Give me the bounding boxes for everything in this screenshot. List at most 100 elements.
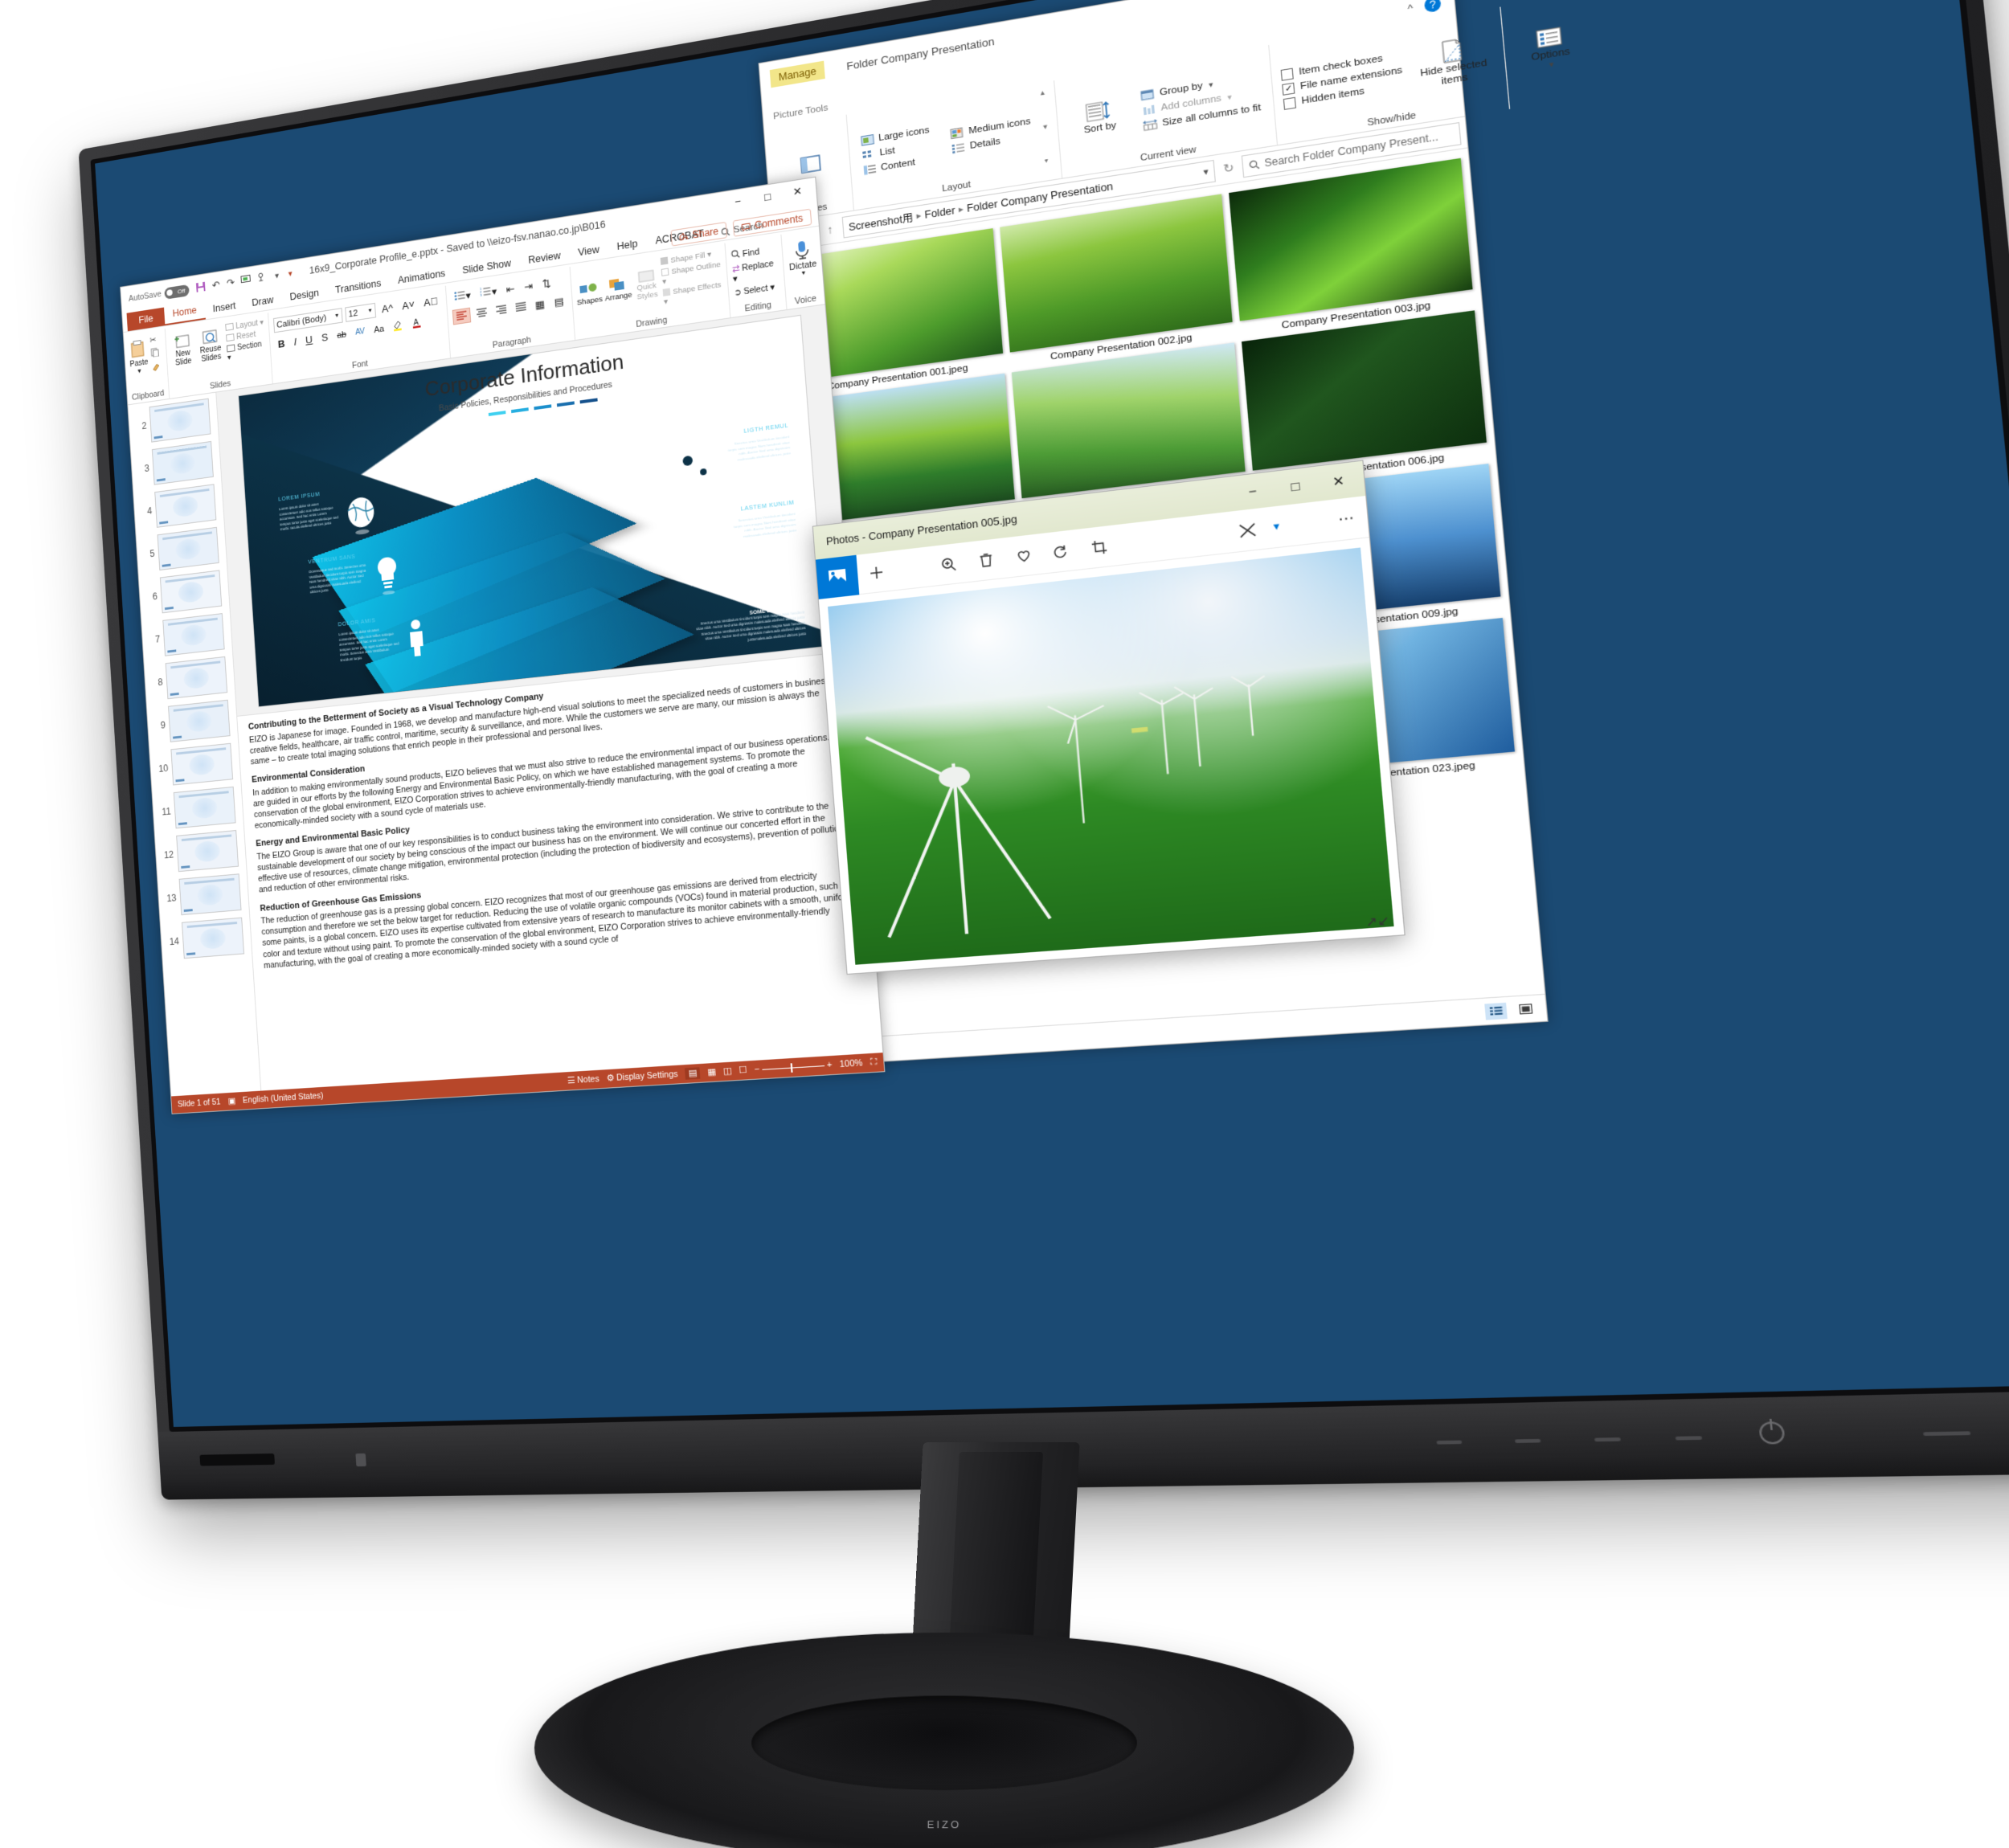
monitor-button-4[interactable] xyxy=(1675,1436,1703,1441)
align-center-icon[interactable] xyxy=(473,305,489,321)
font-color-icon[interactable]: A xyxy=(409,315,426,332)
cut-icon[interactable]: ✂ xyxy=(149,334,159,345)
slide-thumbnail-row[interactable]: 7Where is EIZO? xyxy=(145,612,229,658)
crop-icon[interactable] xyxy=(1078,525,1120,570)
delete-icon[interactable] xyxy=(966,538,1006,582)
monitor-button-2[interactable] xyxy=(1514,1438,1541,1443)
file-thumbnail[interactable] xyxy=(1241,310,1487,471)
nav-up-icon[interactable]: ↑ xyxy=(820,221,840,237)
hide-selected-items-button[interactable]: Hide selected items xyxy=(1408,14,1498,110)
decrease-indent-icon[interactable]: ⇤ xyxy=(502,281,518,297)
align-left-icon[interactable] xyxy=(452,307,471,325)
slide-thumbnail-preview[interactable]: Corporate Profile xyxy=(149,398,211,443)
slide-thumbnail-preview[interactable]: The Meaning Behind the Logo xyxy=(165,656,228,700)
file-thumbnail[interactable] xyxy=(1000,194,1233,353)
text-highlight-icon[interactable] xyxy=(390,318,407,335)
underline-button[interactable]: U xyxy=(302,332,316,347)
slide-thumbnail-preview[interactable]: Company History xyxy=(170,742,234,786)
file-tile[interactable]: Company Presentation 002.jpg xyxy=(1000,194,1234,368)
slide-thumbnail-row[interactable]: 9Corporate Information xyxy=(149,699,235,744)
slide-thumbnail-row[interactable]: 2Corporate Profile xyxy=(131,398,215,445)
slide-thumbnail-preview[interactable]: The Meaning of EIZO xyxy=(151,440,214,485)
new-slide-button[interactable]: New Slide xyxy=(170,331,196,369)
zoom-thumb[interactable] xyxy=(790,1062,793,1073)
autosave-switch[interactable]: Off xyxy=(163,284,190,300)
qat-more-icon[interactable]: ▼ xyxy=(287,269,294,278)
format-painter-icon[interactable] xyxy=(151,362,161,374)
present-icon[interactable] xyxy=(241,274,252,288)
bold-button[interactable]: B xyxy=(275,337,288,352)
undo-icon[interactable]: ↶ xyxy=(211,279,220,292)
breadcrumb-item-1[interactable]: Folder xyxy=(924,204,955,220)
paste-button[interactable]: Paste ▼ xyxy=(129,338,149,376)
dictate-button[interactable]: Dictate ▼ xyxy=(787,230,817,279)
replace-button[interactable]: ⇄ Replace ▾ xyxy=(732,258,779,284)
ppt-restore-button[interactable]: □ xyxy=(752,182,784,210)
justify-icon[interactable] xyxy=(512,300,530,316)
view-reading-button[interactable]: ◫ xyxy=(722,1066,731,1077)
file-thumbnail[interactable] xyxy=(1228,157,1473,321)
section-button[interactable]: Section ▾ xyxy=(227,340,266,362)
decrease-font-size-button[interactable]: A˅ xyxy=(399,297,418,313)
slide-thumbnail-row[interactable]: 6Where is EIZO? xyxy=(141,570,226,615)
slide-thumbnail-preview[interactable]: Business Segments xyxy=(176,830,239,873)
bullets-icon[interactable]: ▾ xyxy=(451,288,475,305)
panes-button[interactable] xyxy=(780,150,842,179)
align-right-icon[interactable] xyxy=(493,302,510,318)
explorer-collapse-ribbon-icon[interactable]: ^ xyxy=(1407,2,1414,14)
slide-thumbnail-preview[interactable]: Group Companies xyxy=(173,786,236,829)
ppt-minimize-button[interactable]: − xyxy=(722,187,754,215)
shapes-button[interactable]: Shapes xyxy=(576,279,603,308)
sort-by-button[interactable]: Sort by xyxy=(1064,72,1135,164)
photos-minimize-button[interactable]: − xyxy=(1230,472,1276,511)
favorite-icon[interactable] xyxy=(1003,534,1044,579)
layout-scroll-up-icon[interactable]: ▲ xyxy=(1038,88,1045,97)
strikethrough-button[interactable]: ab xyxy=(333,329,350,341)
quick-styles-button[interactable]: Quick Styles xyxy=(633,268,659,302)
refresh-icon[interactable]: ↻ xyxy=(1217,160,1239,178)
photos-window[interactable]: Photos - Company Presentation 005.jpg − … xyxy=(812,460,1405,975)
file-name-extensions-checkbox[interactable]: ✓ xyxy=(1282,82,1295,96)
increase-indent-icon[interactable]: ⇥ xyxy=(521,279,537,296)
file-tile[interactable]: Company Presentation 003.jpg xyxy=(1228,157,1475,337)
slide-thumbnail-preview[interactable]: Product Lineup xyxy=(181,917,245,959)
slide-thumbnail-row[interactable]: 11Group Companies xyxy=(155,786,240,830)
character-spacing-button[interactable]: AV xyxy=(352,326,368,338)
notes-button[interactable]: ☰ Notes xyxy=(567,1074,599,1086)
line-spacing-icon[interactable]: ⇅ xyxy=(538,276,554,292)
qat-dropdown-icon[interactable]: ▼ xyxy=(273,272,280,280)
slide-thumbnail-preview[interactable]: Where is EIZO? xyxy=(159,570,223,614)
view-details-button[interactable] xyxy=(1484,1002,1508,1020)
view-normal-button[interactable]: ▤ xyxy=(685,1067,701,1080)
slide-thumbnail-preview[interactable]: Net Sales xyxy=(178,873,242,916)
monitor-button-5[interactable] xyxy=(1923,1431,1971,1437)
view-slide-sorter-button[interactable]: ▦ xyxy=(707,1067,716,1077)
layout-scroll-down-icon[interactable]: ▼ xyxy=(1041,122,1049,131)
photos-close-button[interactable]: ✕ xyxy=(1315,461,1362,501)
file-thumbnail[interactable] xyxy=(1012,342,1246,499)
redo-icon[interactable]: ↷ xyxy=(227,276,235,290)
breadcrumb-item-0[interactable]: Screenshot用 xyxy=(848,209,914,235)
zoom-in-button[interactable]: + xyxy=(826,1060,832,1070)
font-size-input[interactable]: 12 ▼ xyxy=(345,302,377,322)
zoom-out-button[interactable]: − xyxy=(754,1065,759,1075)
photos-restore-button[interactable]: □ xyxy=(1272,467,1318,506)
autosave-toggle[interactable]: AutoSave Off xyxy=(129,284,190,305)
powerpoint-window[interactable]: AutoSave Off ↶ ↷ ▼ ▼ 16x9_Corporate Prof… xyxy=(120,176,886,1114)
start-from-beginning-icon[interactable] xyxy=(257,272,268,285)
slide-thumbnail-row[interactable]: 14Product Lineup xyxy=(163,917,248,960)
item-check-boxes-checkbox[interactable] xyxy=(1281,67,1295,81)
explorer-help-icon[interactable]: ? xyxy=(1423,0,1442,14)
accessibility-icon[interactable]: ▣ xyxy=(227,1096,235,1106)
language-indicator[interactable]: English (United States) xyxy=(243,1091,324,1106)
italic-button[interactable]: I xyxy=(290,334,300,349)
display-settings-button[interactable]: ⚙ Display Settings xyxy=(606,1069,678,1084)
monitor-button-1[interactable] xyxy=(1436,1440,1463,1445)
view-slideshow-button[interactable]: ☐ xyxy=(739,1065,747,1076)
layout-expand-icon[interactable]: ▾ xyxy=(1044,156,1051,165)
slide-thumbnail-row[interactable]: 12Business Segments xyxy=(158,830,243,874)
monitor-button-3[interactable] xyxy=(1594,1437,1621,1442)
increase-font-size-button[interactable]: A^ xyxy=(378,301,397,317)
rotate-icon[interactable] xyxy=(1041,529,1082,574)
shadow-button[interactable]: S xyxy=(318,330,332,345)
